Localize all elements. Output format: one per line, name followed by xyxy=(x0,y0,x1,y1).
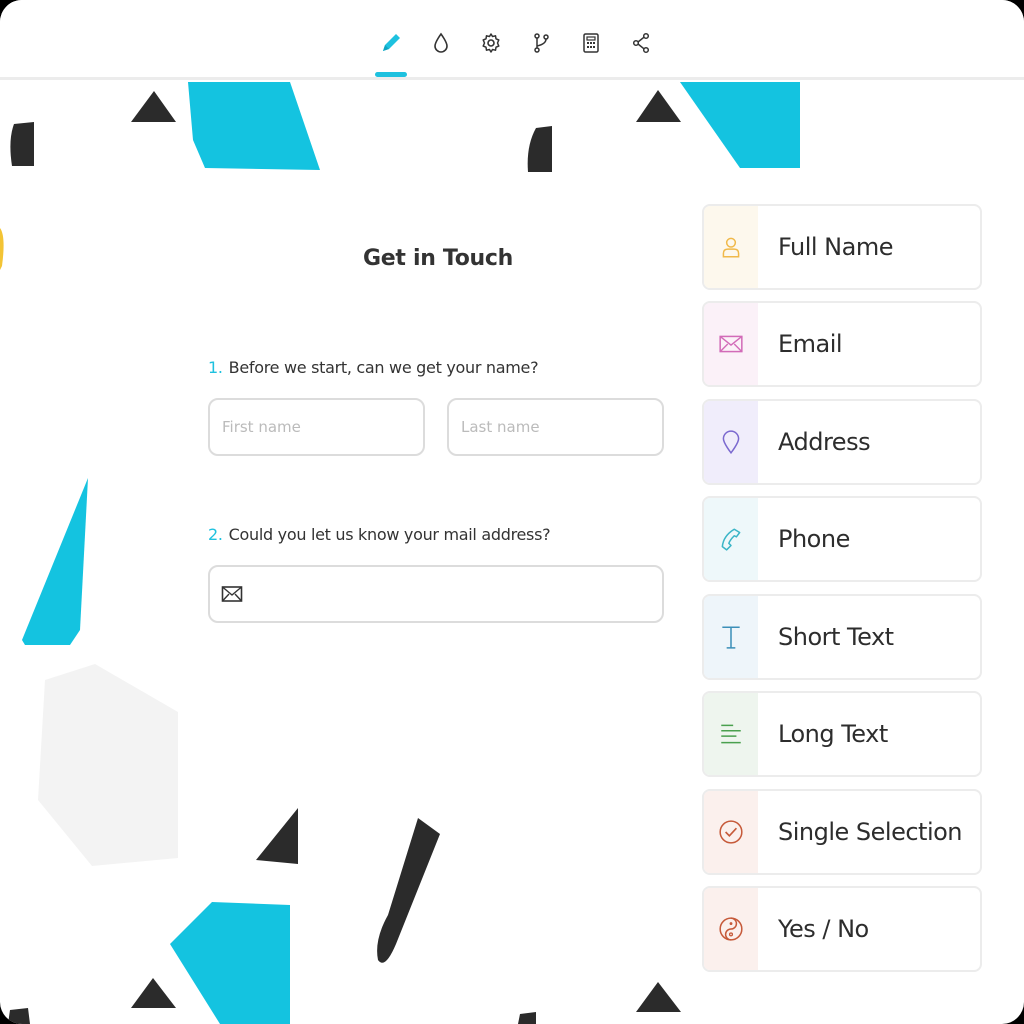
palette-item-label: Email xyxy=(778,330,843,358)
palette-item-label: Short Text xyxy=(778,623,894,651)
palette-item-single-selection[interactable]: Single Selection xyxy=(702,789,982,875)
location-pin-icon xyxy=(704,401,758,483)
palette-item-yes-no[interactable]: Yes / No xyxy=(702,886,982,972)
question-text: Could you let us know your mail address? xyxy=(228,525,551,544)
email-field[interactable] xyxy=(208,565,664,623)
first-name-input[interactable] xyxy=(208,398,425,456)
app-window: Get in Touch 1. Before we start, can we g… xyxy=(0,0,1024,1024)
mail-icon xyxy=(221,586,243,602)
user-icon xyxy=(704,206,758,288)
calculator-icon[interactable] xyxy=(574,26,608,60)
question-2-label[interactable]: 2. Could you let us know your mail addres… xyxy=(208,525,551,544)
palette-item-email[interactable]: Email xyxy=(702,301,982,387)
email-input[interactable] xyxy=(254,575,658,615)
palette-item-phone[interactable]: Phone xyxy=(702,496,982,582)
paragraph-icon xyxy=(704,693,758,775)
palette-item-label: Phone xyxy=(778,525,850,553)
pencil-icon[interactable] xyxy=(374,26,408,60)
palette-item-label: Address xyxy=(778,428,871,456)
gear-icon[interactable] xyxy=(474,26,508,60)
palette-item-label: Long Text xyxy=(778,720,888,748)
last-name-input[interactable] xyxy=(447,398,664,456)
builder-toolbar xyxy=(0,0,1024,80)
palette-item-full-name[interactable]: Full Name xyxy=(702,204,982,290)
palette-item-label: Yes / No xyxy=(778,915,869,943)
question-number: 1. xyxy=(208,358,223,377)
share-icon[interactable] xyxy=(624,26,658,60)
droplet-icon[interactable] xyxy=(424,26,458,60)
palette-item-label: Full Name xyxy=(778,233,893,261)
palette-item-address[interactable]: Address xyxy=(702,399,982,485)
palette-item-long-text[interactable]: Long Text xyxy=(702,691,982,777)
check-circle-icon xyxy=(704,791,758,873)
question-1-label[interactable]: 1. Before we start, can we get your name? xyxy=(208,358,539,377)
active-tool-indicator xyxy=(375,72,407,77)
form-title[interactable]: Get in Touch xyxy=(208,246,668,271)
palette-item-short-text[interactable]: Short Text xyxy=(702,594,982,680)
palette-item-label: Single Selection xyxy=(778,818,963,846)
yin-yang-icon xyxy=(704,888,758,970)
question-text: Before we start, can we get your name? xyxy=(228,358,539,377)
mail-icon xyxy=(704,303,758,385)
branch-icon[interactable] xyxy=(524,26,558,60)
phone-icon xyxy=(704,498,758,580)
question-number: 2. xyxy=(208,525,223,544)
text-icon xyxy=(704,596,758,678)
